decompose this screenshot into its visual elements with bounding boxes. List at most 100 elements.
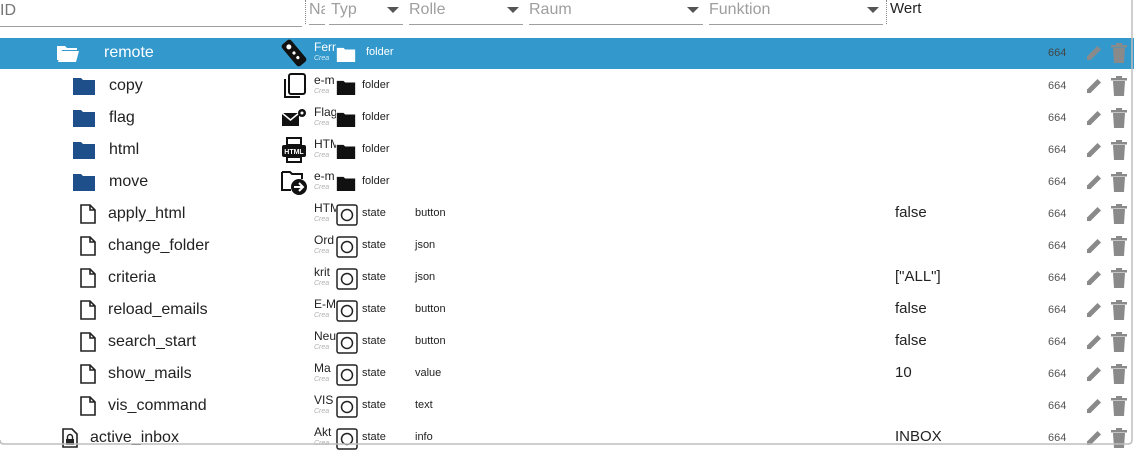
folder-icon[interactable] xyxy=(72,172,96,192)
object-value[interactable]: false xyxy=(895,300,927,317)
tree-node[interactable]: html xyxy=(72,134,139,166)
file-icon[interactable] xyxy=(80,332,96,352)
file-icon[interactable] xyxy=(80,300,96,320)
folder-type-icon xyxy=(336,111,358,133)
tree-row[interactable]: change_folder Ord Crea state json 664 xyxy=(0,230,1134,262)
tree-row[interactable]: active_inbox Akt Crea state info INBOX 664 xyxy=(0,422,1134,454)
tree-node[interactable]: show_mails xyxy=(80,358,192,390)
edit-pencil-icon[interactable] xyxy=(1084,428,1104,448)
object-value[interactable]: false xyxy=(895,204,927,221)
tree-row[interactable]: html HTML HTM Crea folder 664 xyxy=(0,134,1134,166)
tree-node-label: apply_html xyxy=(108,205,186,222)
object-value[interactable]: 10 xyxy=(895,364,912,381)
tree-node[interactable]: change_folder xyxy=(80,230,209,262)
object-created-text: Crea xyxy=(314,88,330,95)
folder-icon[interactable] xyxy=(72,76,96,96)
id-filter-input[interactable] xyxy=(0,0,302,22)
chevron-down-icon xyxy=(687,7,699,13)
delete-trash-icon[interactable] xyxy=(1110,428,1128,448)
file-icon[interactable] xyxy=(80,396,96,416)
delete-trash-icon[interactable] xyxy=(1110,300,1128,320)
object-type: state xyxy=(362,399,386,411)
object-value[interactable]: ["ALL"] xyxy=(895,268,941,285)
delete-trash-icon[interactable] xyxy=(1110,236,1128,256)
delete-trash-icon[interactable] xyxy=(1110,43,1128,63)
raum-filter[interactable]: Raum xyxy=(529,0,703,25)
tree-node[interactable]: move xyxy=(72,166,148,198)
id-filter[interactable] xyxy=(0,0,302,27)
file-icon[interactable] xyxy=(80,204,96,224)
tree-row[interactable]: copy e-m Crea folder 664 xyxy=(0,70,1134,102)
object-type: folder xyxy=(366,46,394,58)
folder-icon[interactable] xyxy=(72,140,96,160)
object-type: folder xyxy=(362,175,390,187)
tree-row[interactable]: remote Fern Crea folder 664 xyxy=(0,37,1134,69)
typ-filter[interactable]: Typ xyxy=(329,0,403,25)
object-type: folder xyxy=(362,111,390,123)
folder-icon[interactable] xyxy=(72,108,96,128)
object-name: krit Crea xyxy=(314,266,336,288)
tree-row[interactable]: criteria krit Crea state json ["ALL"] 664 xyxy=(0,262,1134,294)
tree-row[interactable]: apply_html HTM Crea state button false 664 xyxy=(0,198,1134,230)
tree-node[interactable]: reload_emails xyxy=(80,294,208,326)
object-name: Flag Crea xyxy=(314,106,336,128)
tree-node[interactable]: remote xyxy=(56,37,154,69)
delete-trash-icon[interactable] xyxy=(1110,172,1128,192)
edit-pencil-icon[interactable] xyxy=(1084,300,1104,320)
name-filter[interactable]: Na xyxy=(309,0,325,25)
tree-node-label: remote xyxy=(104,44,154,61)
file-icon[interactable] xyxy=(80,236,96,256)
tree-node[interactable]: flag xyxy=(72,102,135,134)
object-name-text: e-m xyxy=(314,74,335,87)
edit-pencil-icon[interactable] xyxy=(1084,364,1104,384)
column-resizer[interactable] xyxy=(305,0,306,24)
delete-trash-icon[interactable] xyxy=(1110,140,1128,160)
tree-row[interactable]: vis_command VIS Crea state text 664 xyxy=(0,390,1134,422)
tree-row[interactable]: move e-m Crea folder 664 xyxy=(0,166,1134,198)
object-name-text: Ord xyxy=(314,234,335,247)
delete-trash-icon[interactable] xyxy=(1110,108,1128,128)
file-icon[interactable] xyxy=(80,364,96,384)
column-resizer[interactable] xyxy=(886,0,887,24)
rolle-filter[interactable]: Rolle xyxy=(409,0,523,25)
object-value[interactable]: false xyxy=(895,332,927,349)
file-icon[interactable] xyxy=(80,268,96,288)
funktion-filter[interactable]: Funktion xyxy=(709,0,883,25)
tree-row[interactable]: show_mails Ma Crea state value 10 664 xyxy=(0,358,1134,390)
tree-row[interactable]: flag Flag Crea folder 664 xyxy=(0,102,1134,134)
edit-pencil-icon[interactable] xyxy=(1084,140,1104,160)
edit-pencil-icon[interactable] xyxy=(1084,332,1104,352)
tree-node[interactable]: active_inbox xyxy=(62,422,179,454)
delete-trash-icon[interactable] xyxy=(1110,76,1128,96)
delete-trash-icon[interactable] xyxy=(1110,268,1128,288)
edit-pencil-icon[interactable] xyxy=(1084,43,1104,63)
tree-node[interactable]: criteria xyxy=(80,262,156,294)
object-name: Fern Crea xyxy=(314,41,336,63)
delete-trash-icon[interactable] xyxy=(1110,204,1128,224)
object-type: state xyxy=(362,271,386,283)
edit-pencil-icon[interactable] xyxy=(1084,108,1104,128)
tree-row[interactable]: search_start Neu Crea state button false 664 xyxy=(0,326,1134,358)
tree-node[interactable]: search_start xyxy=(80,326,196,358)
mail-flag-icon xyxy=(280,104,308,132)
edit-pencil-icon[interactable] xyxy=(1084,268,1104,288)
tree-row[interactable]: reload_emails E-M Crea state button false 664 xyxy=(0,294,1134,326)
file-lock-icon[interactable] xyxy=(62,428,78,448)
edit-pencil-icon[interactable] xyxy=(1084,236,1104,256)
tree-node[interactable]: vis_command xyxy=(80,390,207,422)
rolle-filter-label: Rolle xyxy=(409,1,446,18)
edit-pencil-icon[interactable] xyxy=(1084,172,1104,192)
delete-trash-icon[interactable] xyxy=(1110,332,1128,352)
delete-trash-icon[interactable] xyxy=(1110,396,1128,416)
edit-pencil-icon[interactable] xyxy=(1084,76,1104,96)
delete-trash-icon[interactable] xyxy=(1110,364,1128,384)
object-name-text: Akt xyxy=(314,426,332,439)
edit-pencil-icon[interactable] xyxy=(1084,396,1104,416)
object-value[interactable]: INBOX xyxy=(895,428,942,445)
folder-open-icon[interactable] xyxy=(56,43,80,63)
edit-pencil-icon[interactable] xyxy=(1084,204,1104,224)
object-name-text: Flag xyxy=(314,106,336,119)
tree-node[interactable]: copy xyxy=(72,70,143,102)
tree-node[interactable]: apply_html xyxy=(80,198,185,230)
state-type-icon xyxy=(336,268,358,290)
